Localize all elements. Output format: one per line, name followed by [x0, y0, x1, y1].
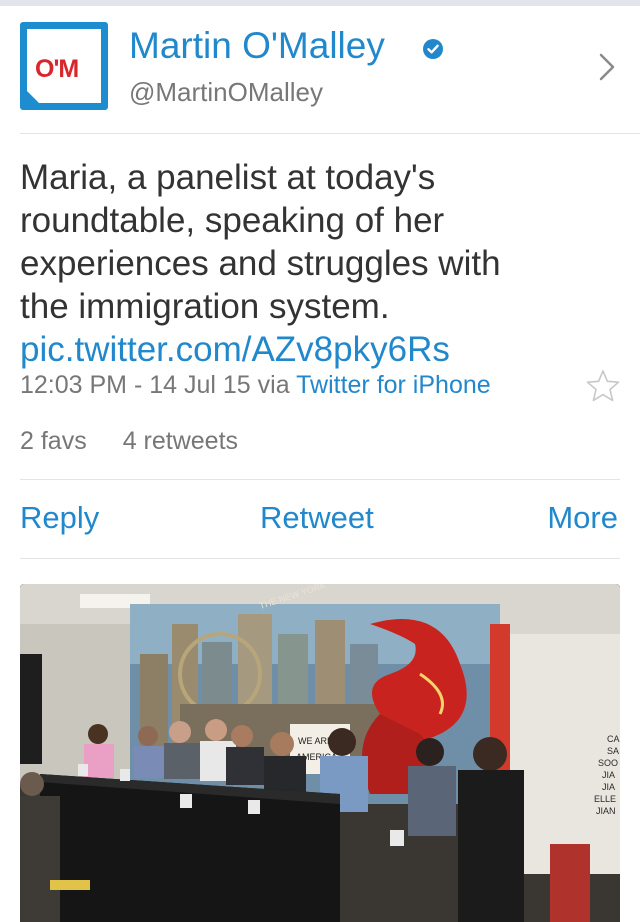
favs-count[interactable]: 2 favs	[20, 427, 87, 455]
tweet-pic-link[interactable]: pic.twitter.com/AZv8pky6Rs	[20, 328, 620, 371]
avatar-logo: O'M	[27, 29, 101, 103]
photo-wall-word: JIA	[602, 770, 615, 780]
tweet-text: Maria, a panelist at today's roundtable,…	[20, 156, 620, 371]
tweet-text-line: roundtable, speaking of her	[20, 201, 445, 240]
tweet-stats: 2 favs 4 retweets	[20, 427, 238, 456]
tweet-timestamp: 12:03 PM - 14 Jul 15	[20, 371, 251, 399]
via-label: via	[257, 371, 290, 399]
photo-wall-word: CA	[607, 734, 620, 744]
photo-wall-word: SA	[607, 746, 619, 756]
actions-bottom-divider	[20, 558, 620, 559]
avatar-logo-text: O'M	[35, 55, 79, 83]
photo-wall-word: SOO	[598, 758, 618, 768]
tweet-text-line: Maria, a panelist at today's	[20, 158, 436, 197]
photo-wall-word: JIA	[602, 782, 615, 792]
action-bar: Reply Retweet More	[20, 480, 620, 558]
source-link[interactable]: Twitter for iPhone	[296, 371, 491, 399]
reply-button[interactable]: Reply	[20, 500, 99, 536]
retweets-count[interactable]: 4 retweets	[123, 427, 238, 455]
tweet-text-line: the immigration system.	[20, 287, 390, 326]
user-handle[interactable]: @MartinOMalley	[129, 77, 323, 108]
verified-badge-icon	[423, 39, 443, 59]
photo-sign-text-1: WE ARE	[298, 736, 333, 746]
more-button[interactable]: More	[547, 500, 618, 536]
avatar-logo-tail	[27, 91, 39, 103]
tweet-header[interactable]: O'M Martin O'Malley @MartinOMalley	[0, 6, 640, 134]
chevron-right-icon[interactable]	[598, 52, 616, 82]
star-icon[interactable]	[586, 369, 620, 403]
display-name[interactable]: Martin O'Malley	[129, 25, 385, 67]
avatar[interactable]: O'M	[20, 22, 108, 110]
photo-wall-word: ELLE	[594, 794, 616, 804]
photo-wall-word: JIAN	[596, 806, 616, 816]
header-divider	[20, 133, 640, 134]
tweet-photo[interactable]: WE ARE AMERICA THE NEW YORK CA SA SOO JI…	[20, 584, 620, 922]
retweet-button[interactable]: Retweet	[260, 500, 374, 536]
tweet-text-line: experiences and struggles with	[20, 244, 501, 283]
tweet-photo-image: WE ARE AMERICA THE NEW YORK CA SA SOO JI…	[20, 584, 620, 922]
tweet-meta: 12:03 PM - 14 Jul 15 via Twitter for iPh…	[20, 371, 491, 400]
